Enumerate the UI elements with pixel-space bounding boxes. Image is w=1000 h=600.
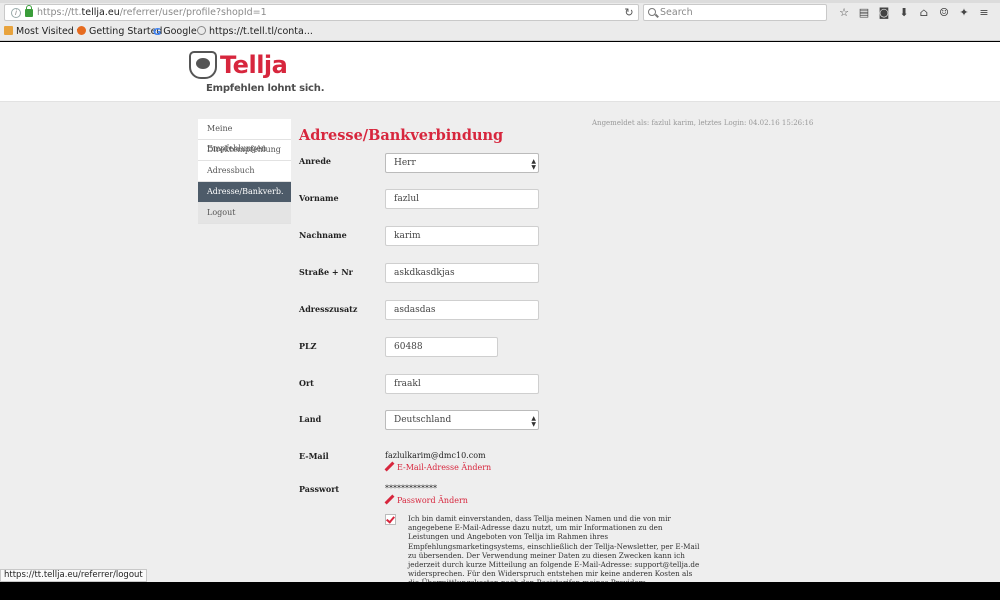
change-password-link[interactable]: Password Ändern <box>385 495 468 505</box>
label-vorname: Vorname <box>299 193 339 203</box>
menu-icon[interactable]: ≡ <box>974 5 994 21</box>
email-value: fazlulkarim@dmc10.com <box>385 451 486 460</box>
vorname-input[interactable]: fazlul <box>385 189 539 209</box>
sidebar-item-direktempfehlung[interactable]: Direktempfehlung <box>198 140 291 161</box>
search-input[interactable]: Search <box>643 4 827 21</box>
url-path: /referrer/user/profile?shopId=1 <box>119 7 267 18</box>
pencil-icon <box>385 462 394 471</box>
folder-icon <box>4 26 13 35</box>
label-email: E-Mail <box>299 451 329 461</box>
browser-toolbar: i https://tt.tellja.eu/referrer/user/pro… <box>0 3 1000 23</box>
url-prefix: https://tt. <box>37 7 82 18</box>
nachname-input[interactable]: karim <box>385 226 539 246</box>
label-adresszusatz: Adresszusatz <box>299 304 358 314</box>
anrede-value: Herr <box>394 158 416 168</box>
bookmark-label: Google <box>163 26 197 37</box>
bookmark-getting-started[interactable]: Getting Started <box>77 26 162 38</box>
page-title: Adresse/Bankverbindung <box>299 127 504 144</box>
change-email-label: E-Mail-Adresse Ändern <box>397 463 492 472</box>
google-icon: G <box>153 27 162 38</box>
sidebar-item-adresse-bankverb[interactable]: Adresse/Bankverb. <box>198 182 291 203</box>
bookmark-label: Most Visited ▾ <box>16 26 82 37</box>
label-plz: PLZ <box>299 341 317 351</box>
select-arrows-icon: ▲ ▼ <box>531 415 536 428</box>
bookmark-star-icon[interactable]: ☆ <box>834 5 854 21</box>
change-password-label: Password Ändern <box>397 496 468 505</box>
land-select[interactable]: Deutschland ▲ ▼ <box>385 410 539 430</box>
sidebar-item-adressbuch[interactable]: Adressbuch <box>198 161 291 182</box>
sidebar-nav: Meine Empfehlungen Direktempfehlung Adre… <box>198 119 291 224</box>
logo-text[interactable]: Tellja <box>220 51 288 79</box>
firefox-icon <box>77 26 86 35</box>
bookmark-google[interactable]: G Google <box>153 26 197 38</box>
adresszusatz-input[interactable]: asdasdas <box>385 300 539 320</box>
label-password: Passwort <box>299 484 340 494</box>
search-placeholder: Search <box>660 7 693 18</box>
pencil-icon <box>385 495 394 504</box>
pocket-icon[interactable]: ◙ <box>874 5 894 21</box>
consent-text: Ich bin damit einverstanden, dass Tellja… <box>408 514 700 582</box>
url-bar[interactable]: i https://tt.tellja.eu/referrer/user/pro… <box>4 4 639 21</box>
bookmark-label: Getting Started <box>89 26 163 37</box>
home-icon[interactable]: ⌂ <box>914 5 934 21</box>
bookmark-label: https://t.tell.tl/conta... <box>209 26 313 37</box>
password-value: ************* <box>385 484 437 493</box>
status-bar: https://tt.tellja.eu/referrer/logout <box>0 569 147 582</box>
download-icon[interactable]: ⬇ <box>894 5 914 21</box>
sidebar-item-meine-empfehlungen[interactable]: Meine Empfehlungen <box>198 119 291 153</box>
info-icon[interactable]: i <box>11 8 21 18</box>
change-email-link[interactable]: E-Mail-Adresse Ändern <box>385 462 491 472</box>
reload-icon[interactable]: ↻ <box>623 5 635 20</box>
bookmark-tell-tl[interactable]: https://t.tell.tl/conta... <box>197 26 313 38</box>
label-strasse: Straße + Nr <box>299 267 353 277</box>
page-content: Tellja Empfehlen lohnt sich. Meine Empfe… <box>0 42 1000 582</box>
label-ort: Ort <box>299 378 314 388</box>
plz-input[interactable]: 60488 <box>385 337 498 357</box>
label-anrede: Anrede <box>299 156 332 166</box>
url-host: tellja.eu <box>81 7 120 18</box>
check-icon <box>386 514 395 524</box>
site-header: Tellja Empfehlen lohnt sich. <box>0 42 1000 102</box>
extension-icon[interactable]: ✦ <box>954 5 974 21</box>
consent-checkbox[interactable] <box>385 514 396 525</box>
bookmarks-bar: Most Visited ▾ Getting Started G Google h… <box>0 23 1000 41</box>
login-info: Angemeldet als: fazlul karim, letztes Lo… <box>592 119 814 127</box>
strasse-input[interactable]: askdkasdkjas <box>385 263 539 283</box>
bookmark-most-visited[interactable]: Most Visited ▾ <box>4 26 82 38</box>
select-arrows-icon: ▲ ▼ <box>531 158 536 171</box>
label-land: Land <box>299 414 322 424</box>
sidebar-item-logout[interactable]: Logout <box>198 203 291 224</box>
label-nachname: Nachname <box>299 230 347 240</box>
chat-icon[interactable]: ☺ <box>934 5 954 21</box>
logo-tagline: Empfehlen lohnt sich. <box>206 83 325 94</box>
lock-icon[interactable] <box>25 5 33 17</box>
globe-icon <box>197 26 206 35</box>
screen-bottom <box>0 582 1000 600</box>
land-value: Deutschland <box>394 415 452 425</box>
toolbar-icons: ☆ ▤ ◙ ⬇ ⌂ ☺ ✦ ≡ <box>834 5 994 21</box>
search-icon <box>648 8 656 16</box>
tellja-logo-icon[interactable] <box>189 51 217 79</box>
anrede-select[interactable]: Herr ▲ ▼ <box>385 153 539 173</box>
ort-input[interactable]: fraakl <box>385 374 539 394</box>
reading-list-icon[interactable]: ▤ <box>854 5 874 21</box>
